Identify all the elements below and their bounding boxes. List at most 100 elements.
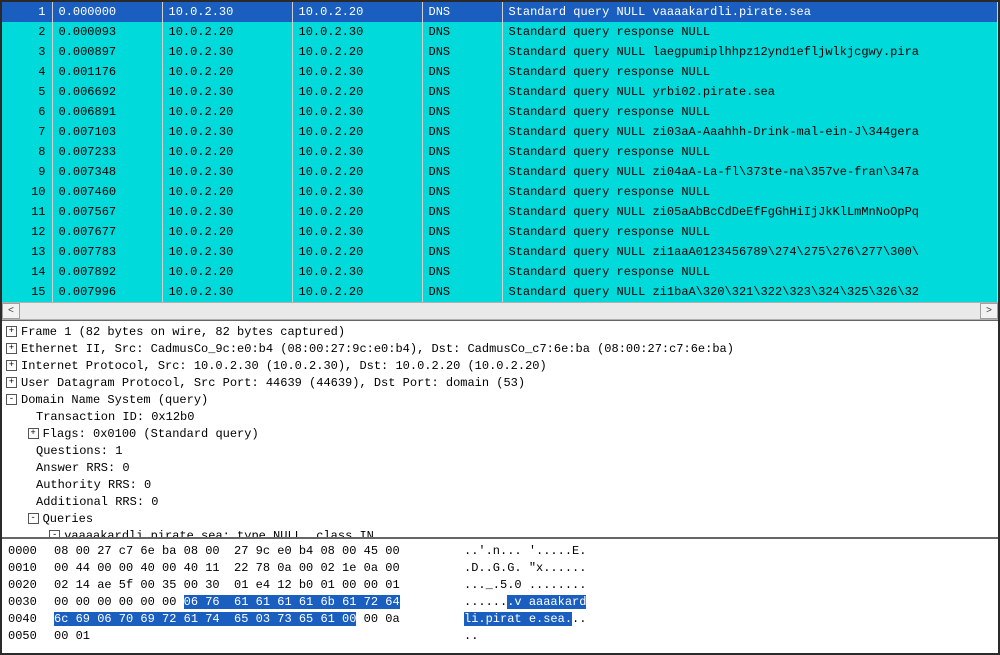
cell-time: 0.006891 [52, 102, 162, 122]
cell-src: 10.0.2.30 [162, 202, 292, 222]
dns-transaction-id[interactable]: Transaction ID: 0x12b0 [6, 409, 994, 426]
cell-src: 10.0.2.20 [162, 142, 292, 162]
bytes-offset: 0020 [8, 577, 54, 594]
dns-queries[interactable]: -Queries [6, 511, 994, 528]
dns-summary: Domain Name System (query) [21, 393, 208, 407]
cell-info: Standard query response NULL [502, 142, 998, 162]
cell-dst: 10.0.2.30 [292, 182, 422, 202]
packet-row[interactable]: 80.00723310.0.2.2010.0.2.30DNSStandard q… [2, 142, 998, 162]
packet-row[interactable]: 40.00117610.0.2.2010.0.2.30DNSStandard q… [2, 62, 998, 82]
cell-src: 10.0.2.30 [162, 282, 292, 302]
udp-summary: User Datagram Protocol, Src Port: 44639 … [21, 376, 525, 390]
collapse-icon[interactable]: - [49, 530, 60, 537]
dns-answer-rrs[interactable]: Answer RRS: 0 [6, 460, 994, 477]
scroll-track[interactable] [20, 303, 980, 319]
cell-src: 10.0.2.20 [162, 222, 292, 242]
expand-icon[interactable]: + [6, 343, 17, 354]
packet-list-pane[interactable]: 10.00000010.0.2.3010.0.2.20DNSStandard q… [2, 2, 998, 302]
packet-details-pane[interactable]: +Frame 1 (82 bytes on wire, 82 bytes cap… [2, 320, 998, 537]
cell-time: 0.007567 [52, 202, 162, 222]
dns-flags[interactable]: + Flags: 0x0100 (Standard query) [6, 426, 994, 443]
packet-row[interactable]: 110.00756710.0.2.3010.0.2.20DNSStandard … [2, 202, 998, 222]
cell-proto: DNS [422, 42, 502, 62]
cell-proto: DNS [422, 142, 502, 162]
cell-dst: 10.0.2.30 [292, 102, 422, 122]
cell-proto: DNS [422, 262, 502, 282]
packet-row[interactable]: 10.00000010.0.2.3010.0.2.20DNSStandard q… [2, 2, 998, 22]
ethernet-summary: Ethernet II, Src: CadmusCo_9c:e0:b4 (08:… [21, 342, 734, 356]
cell-time: 0.007677 [52, 222, 162, 242]
bytes-row[interactable]: 002002 14 ae 5f 00 35 00 30 01 e4 12 b0 … [8, 577, 992, 594]
packet-row[interactable]: 30.00089710.0.2.3010.0.2.20DNSStandard q… [2, 42, 998, 62]
collapse-icon[interactable]: - [6, 394, 17, 405]
cell-proto: DNS [422, 82, 502, 102]
packet-row[interactable]: 130.00778310.0.2.3010.0.2.20DNSStandard … [2, 242, 998, 262]
packet-row[interactable]: 20.00009310.0.2.2010.0.2.30DNSStandard q… [2, 22, 998, 42]
cell-no: 7 [2, 122, 52, 142]
dns-questions[interactable]: Questions: 1 [6, 443, 994, 460]
cell-dst: 10.0.2.30 [292, 22, 422, 42]
scroll-right-button[interactable]: > [980, 303, 998, 319]
cell-proto: DNS [422, 182, 502, 202]
cell-src: 10.0.2.30 [162, 2, 292, 22]
tree-ethernet[interactable]: + Ethernet II, Src: CadmusCo_9c:e0:b4 (08… [6, 341, 994, 358]
bytes-ascii: li.pirat e.sea... [464, 611, 586, 628]
bytes-offset: 0030 [8, 594, 54, 611]
scroll-left-button[interactable]: < [2, 303, 20, 319]
cell-no: 1 [2, 2, 52, 22]
packet-bytes-pane[interactable]: 000008 00 27 c7 6e ba 08 00 27 9c e0 b4 … [2, 537, 998, 653]
packet-row[interactable]: 150.00799610.0.2.3010.0.2.20DNSStandard … [2, 282, 998, 302]
bytes-row[interactable]: 001000 44 00 00 40 00 40 11 22 78 0a 00 … [8, 560, 992, 577]
packet-table[interactable]: 10.00000010.0.2.3010.0.2.20DNSStandard q… [2, 2, 998, 302]
packet-row[interactable]: 50.00669210.0.2.3010.0.2.20DNSStandard q… [2, 82, 998, 102]
cell-dst: 10.0.2.30 [292, 142, 422, 162]
dns-authority-rrs[interactable]: Authority RRS: 0 [6, 477, 994, 494]
packet-row[interactable]: 70.00710310.0.2.3010.0.2.20DNSStandard q… [2, 122, 998, 142]
packet-row[interactable]: 140.00789210.0.2.2010.0.2.30DNSStandard … [2, 262, 998, 282]
cell-no: 8 [2, 142, 52, 162]
cell-dst: 10.0.2.30 [292, 62, 422, 82]
tree-dns[interactable]: -Domain Name System (query) [6, 392, 994, 409]
expand-icon[interactable]: + [6, 377, 17, 388]
tree-udp[interactable]: + User Datagram Protocol, Src Port: 44639… [6, 375, 994, 392]
cell-info: Standard query response NULL [502, 62, 998, 82]
bytes-hex: 6c 69 06 70 69 72 61 74 65 03 73 65 61 0… [54, 611, 434, 628]
bytes-row[interactable]: 000008 00 27 c7 6e ba 08 00 27 9c e0 b4 … [8, 543, 992, 560]
bytes-ascii: .. [464, 628, 478, 645]
cell-proto: DNS [422, 122, 502, 142]
horizontal-scrollbar[interactable]: < > [2, 302, 998, 320]
packet-row[interactable]: 120.00767710.0.2.2010.0.2.30DNSStandard … [2, 222, 998, 242]
queries-label: Queries [43, 512, 93, 526]
tree-frame[interactable]: +Frame 1 (82 bytes on wire, 82 bytes cap… [6, 324, 994, 341]
cell-no: 11 [2, 202, 52, 222]
cell-no: 6 [2, 102, 52, 122]
bytes-row[interactable]: 00406c 69 06 70 69 72 61 74 65 03 73 65 … [8, 611, 992, 628]
packet-row[interactable]: 100.00746010.0.2.2010.0.2.30DNSStandard … [2, 182, 998, 202]
cell-proto: DNS [422, 242, 502, 262]
cell-dst: 10.0.2.30 [292, 262, 422, 282]
cell-no: 4 [2, 62, 52, 82]
cell-proto: DNS [422, 202, 502, 222]
cell-dst: 10.0.2.20 [292, 242, 422, 262]
expand-icon[interactable]: + [6, 360, 17, 371]
expand-icon[interactable]: + [28, 428, 39, 439]
bytes-row[interactable]: 005000 01.. [8, 628, 992, 645]
dns-query-item[interactable]: -vaaaakardli.pirate.sea: type NULL, clas… [6, 528, 994, 537]
cell-time: 0.007103 [52, 122, 162, 142]
packet-row[interactable]: 60.00689110.0.2.2010.0.2.30DNSStandard q… [2, 102, 998, 122]
bytes-hex: 02 14 ae 5f 00 35 00 30 01 e4 12 b0 01 0… [54, 577, 434, 594]
flags-text: Flags: 0x0100 (Standard query) [43, 427, 259, 441]
expand-icon[interactable]: + [6, 326, 17, 337]
cell-src: 10.0.2.20 [162, 102, 292, 122]
collapse-icon[interactable]: - [28, 513, 39, 524]
cell-time: 0.000897 [52, 42, 162, 62]
packet-row[interactable]: 90.00734810.0.2.3010.0.2.20DNSStandard q… [2, 162, 998, 182]
bytes-row[interactable]: 003000 00 00 00 00 00 06 76 61 61 61 61 … [8, 594, 992, 611]
cell-src: 10.0.2.20 [162, 22, 292, 42]
cell-time: 0.007996 [52, 282, 162, 302]
tree-ip[interactable]: +Internet Protocol, Src: 10.0.2.30 (10.0… [6, 358, 994, 375]
dns-additional-rrs[interactable]: Additional RRS: 0 [6, 494, 994, 511]
cell-src: 10.0.2.20 [162, 262, 292, 282]
bytes-offset: 0040 [8, 611, 54, 628]
cell-info: Standard query NULL yrbi02.pirate.sea [502, 82, 998, 102]
